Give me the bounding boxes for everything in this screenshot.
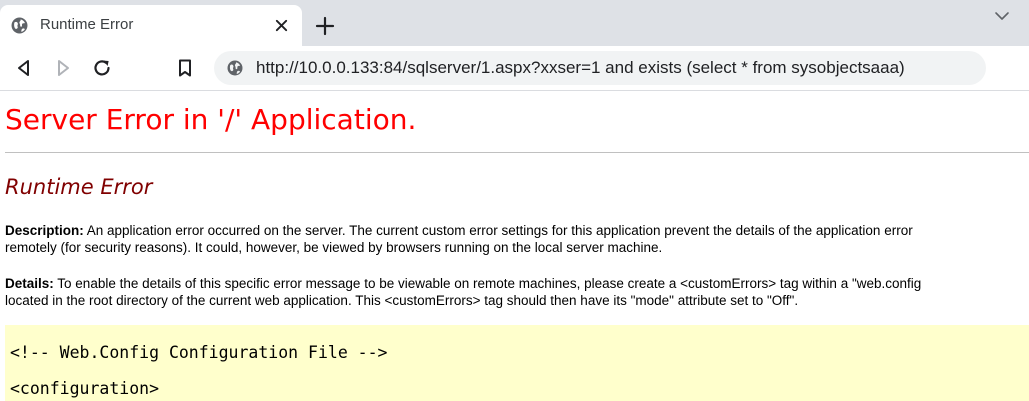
globe-icon: [11, 17, 28, 34]
tab-title: Runtime Error: [40, 16, 134, 33]
code-line: <configuration>: [10, 379, 160, 398]
details-text-1: To enable the details of this specific e…: [53, 276, 922, 291]
details-paragraph: Details: To enable the details of this s…: [5, 275, 1029, 309]
address-url[interactable]: http://10.0.0.133:84/sqlserver/1.aspx?xx…: [256, 58, 905, 78]
description-line-2: remotely (for security reasons). It coul…: [5, 240, 663, 255]
bookmark-icon[interactable]: [173, 56, 197, 80]
description-line-1: Description: An application error occurr…: [5, 222, 1029, 239]
details-label: Details:: [5, 276, 54, 291]
details-line-1: Details: To enable the details of this s…: [5, 275, 1029, 292]
close-icon[interactable]: [274, 18, 289, 33]
reload-icon[interactable]: [90, 56, 114, 80]
browser-toolbar: http://10.0.0.133:84/sqlserver/1.aspx?xx…: [0, 46, 1029, 91]
code-line: <!-- Web.Config Configuration File -->: [10, 343, 388, 362]
back-arrow-icon[interactable]: [12, 56, 36, 80]
page-content: Server Error in '/' Application. Runtime…: [0, 91, 1029, 401]
description-label: Description:: [5, 223, 84, 238]
globe-icon[interactable]: [227, 60, 243, 76]
page-title: Server Error in '/' Application.: [5, 103, 417, 136]
code-block: <!-- Web.Config Configuration File --> <…: [5, 325, 1029, 401]
chevron-down-icon[interactable]: [994, 10, 1010, 22]
divider: [5, 152, 1029, 153]
description-text-1: An application error occurred on the ser…: [83, 223, 913, 238]
browser-tab[interactable]: Runtime Error: [0, 5, 302, 46]
address-bar[interactable]: http://10.0.0.133:84/sqlserver/1.aspx?xx…: [214, 51, 986, 85]
forward-arrow-icon[interactable]: [51, 56, 75, 80]
error-subtitle: Runtime Error: [5, 175, 153, 199]
tab-strip: Runtime Error: [0, 0, 1029, 46]
details-line-2: located in the root directory of the cur…: [5, 293, 799, 308]
description-paragraph: Description: An application error occurr…: [5, 222, 1029, 256]
plus-icon[interactable]: [315, 16, 335, 36]
